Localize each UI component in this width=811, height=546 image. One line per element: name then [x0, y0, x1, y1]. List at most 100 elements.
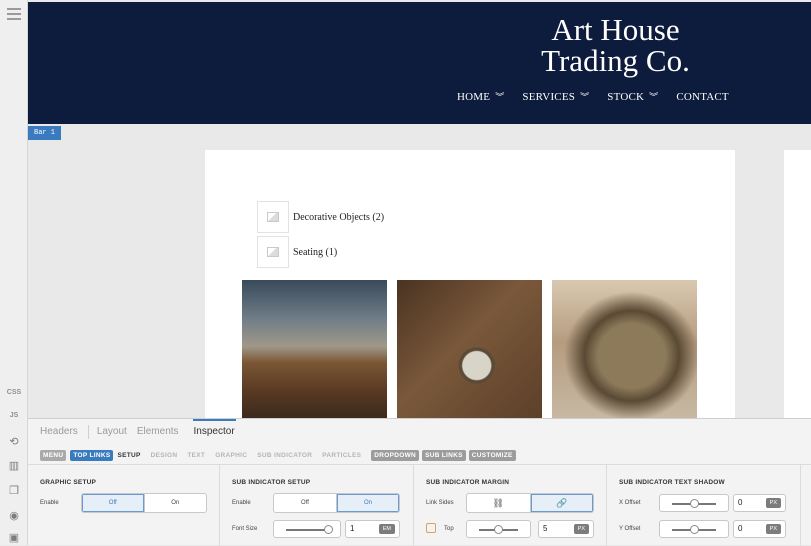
margin-top-slider[interactable] — [466, 520, 531, 538]
top-label: Top — [444, 526, 454, 532]
unit-badge[interactable]: PX — [765, 498, 781, 508]
enable-label: Enable — [232, 500, 251, 506]
section-title: SUB INDICATOR SETUP — [232, 479, 311, 486]
image-placeholder-icon — [257, 201, 289, 233]
left-toolbar: CSS JS ⟲ ▥ ❐ ◉ ▣ — [0, 0, 28, 545]
slider-handle[interactable] — [690, 499, 699, 508]
subtab-sub-links[interactable]: SUB LINKS — [422, 450, 466, 461]
settings-icon[interactable]: ◉ — [8, 510, 20, 522]
product-photo-dining-table[interactable] — [242, 280, 387, 418]
logo-line-2: Trading Co. — [541, 43, 690, 78]
pages-icon[interactable]: ❐ — [8, 485, 20, 497]
slider-handle[interactable] — [690, 525, 699, 534]
nav-item-stock[interactable]: STOCK ︾ — [607, 91, 658, 103]
category-label: Decorative Objects (2) — [293, 211, 385, 223]
product-photo-cash-register[interactable] — [552, 280, 697, 418]
save-icon[interactable]: ▣ — [8, 532, 20, 544]
y-offset-label: Y Offset — [619, 526, 641, 532]
margin-top-input[interactable]: 5 PX — [538, 520, 594, 538]
tab-layout[interactable]: Layout — [97, 419, 127, 445]
sub-indicator-enable-toggle: Off On — [273, 493, 400, 513]
nav-item-contact[interactable]: CONTACT — [676, 91, 728, 103]
subtab-customize[interactable]: CUSTOMIZE — [468, 450, 516, 461]
product-photo-pocket-watch[interactable] — [397, 280, 542, 418]
subtab-sub-indicator[interactable]: SUB INDICATOR — [257, 452, 312, 459]
subtab-graphic[interactable]: GRAPHIC — [215, 452, 247, 459]
nav-label: STOCK — [607, 91, 645, 103]
tab-divider — [87, 425, 89, 439]
chevron-down-icon: ︾ — [649, 91, 659, 102]
inspector-panel: Headers Layout Elements Inspector MENU T… — [28, 418, 811, 546]
logo-line-1: Art House — [551, 12, 680, 47]
category-item[interactable]: Decorative Objects (2) — [257, 201, 384, 233]
margin-top-icon — [426, 523, 436, 533]
tab-inspector[interactable]: Inspector — [192, 419, 236, 445]
slider-handle[interactable] — [324, 525, 333, 534]
tab-headers[interactable]: Headers — [40, 419, 78, 445]
image-placeholder-icon — [257, 236, 289, 268]
y-offset-input[interactable]: 0 PX — [733, 520, 786, 538]
sub-indicator-text-shadow-section: SUB INDICATOR TEXT SHADOW X Offset 0 PX … — [607, 465, 801, 546]
enable-label: Enable — [40, 500, 59, 506]
panel-tabs: Headers Layout Elements Inspector — [28, 419, 811, 445]
x-offset-value: 0 — [738, 498, 743, 507]
nav-item-services[interactable]: SERVICES ︾ — [522, 91, 589, 103]
sub-indicator-margin-section: SUB INDICATOR MARGIN Link Sides ⛓ 🔗 Top … — [414, 465, 607, 546]
nav-item-home[interactable]: HOME ︾ — [457, 91, 504, 103]
tab-elements[interactable]: Elements — [137, 419, 179, 445]
font-size-input[interactable]: 1 EM — [345, 520, 400, 538]
site-header: Art House Trading Co. HOME ︾ SERVICES ︾ … — [28, 2, 811, 124]
x-offset-label: X Offset — [619, 500, 641, 506]
unit-badge[interactable]: PX — [573, 524, 589, 534]
nav-label: CONTACT — [676, 91, 729, 103]
page-canvas: Decorative Objects (2) Seating (1) — [205, 150, 735, 418]
subtab-dropdown[interactable]: DROPDOWN — [371, 450, 420, 461]
on-option[interactable]: On — [337, 494, 399, 512]
history-icon[interactable]: ⟲ — [8, 436, 20, 448]
nav-label: SERVICES — [522, 91, 576, 103]
x-offset-slider[interactable] — [659, 494, 729, 512]
link-sides-label: Link Sides — [426, 500, 454, 506]
unit-badge[interactable]: PX — [765, 524, 781, 534]
subtab-particles[interactable]: PARTICLES — [322, 452, 361, 459]
main-nav: HOME ︾ SERVICES ︾ STOCK ︾ CONTACT — [457, 91, 747, 103]
css-button[interactable]: CSS — [0, 389, 28, 396]
unlink-icon[interactable]: ⛓ — [467, 494, 531, 512]
graphic-setup-section: GRAPHIC SETUP Enable Off On — [28, 465, 220, 546]
subtab-top-links[interactable]: TOP LINKS — [70, 450, 114, 461]
font-size-slider[interactable] — [273, 520, 341, 538]
on-option[interactable]: On — [145, 494, 207, 512]
graphic-enable-toggle: Off On — [81, 493, 207, 513]
section-title: SUB INDICATOR MARGIN — [426, 479, 510, 486]
category-label: Seating (1) — [293, 246, 338, 258]
subtab-menu[interactable]: MENU — [40, 450, 67, 461]
page-canvas-edge — [784, 150, 811, 418]
off-option[interactable]: Off — [82, 494, 145, 512]
x-offset-input[interactable]: 0 PX — [733, 494, 786, 512]
subtab-design[interactable]: DESIGN — [151, 452, 178, 459]
y-offset-slider[interactable] — [659, 520, 729, 538]
bar-tag[interactable]: Bar 1 — [28, 126, 62, 140]
site-logo[interactable]: Art House Trading Co. — [498, 14, 733, 76]
hamburger-menu-icon[interactable] — [7, 8, 21, 20]
subtab-setup[interactable]: SETUP — [117, 452, 140, 459]
link-icon[interactable]: 🔗 — [530, 494, 593, 512]
unit-badge[interactable]: EM — [378, 524, 395, 534]
off-option[interactable]: Off — [274, 494, 337, 512]
subtab-text[interactable]: TEXT — [187, 452, 205, 459]
y-offset-value: 0 — [738, 524, 743, 533]
margin-top-value: 5 — [543, 524, 548, 533]
sub-indicator-setup-section: SUB INDICATOR SETUP Enable Off On Font S… — [220, 465, 414, 546]
font-size-label: Font Size — [232, 526, 258, 532]
section-title: GRAPHIC SETUP — [40, 479, 97, 486]
link-sides-toggle: ⛓ 🔗 — [466, 493, 594, 513]
chevron-down-icon: ︾ — [580, 91, 590, 102]
slider-track — [286, 529, 328, 531]
layout-panel-icon[interactable]: ▥ — [8, 460, 20, 472]
category-item[interactable]: Seating (1) — [257, 236, 337, 268]
chevron-down-icon: ︾ — [495, 91, 505, 102]
slider-handle[interactable] — [494, 525, 503, 534]
js-button[interactable]: JS — [0, 412, 28, 419]
section-title: SUB INDICATOR TEXT SHADOW — [619, 479, 725, 486]
nav-label: HOME — [457, 91, 491, 103]
